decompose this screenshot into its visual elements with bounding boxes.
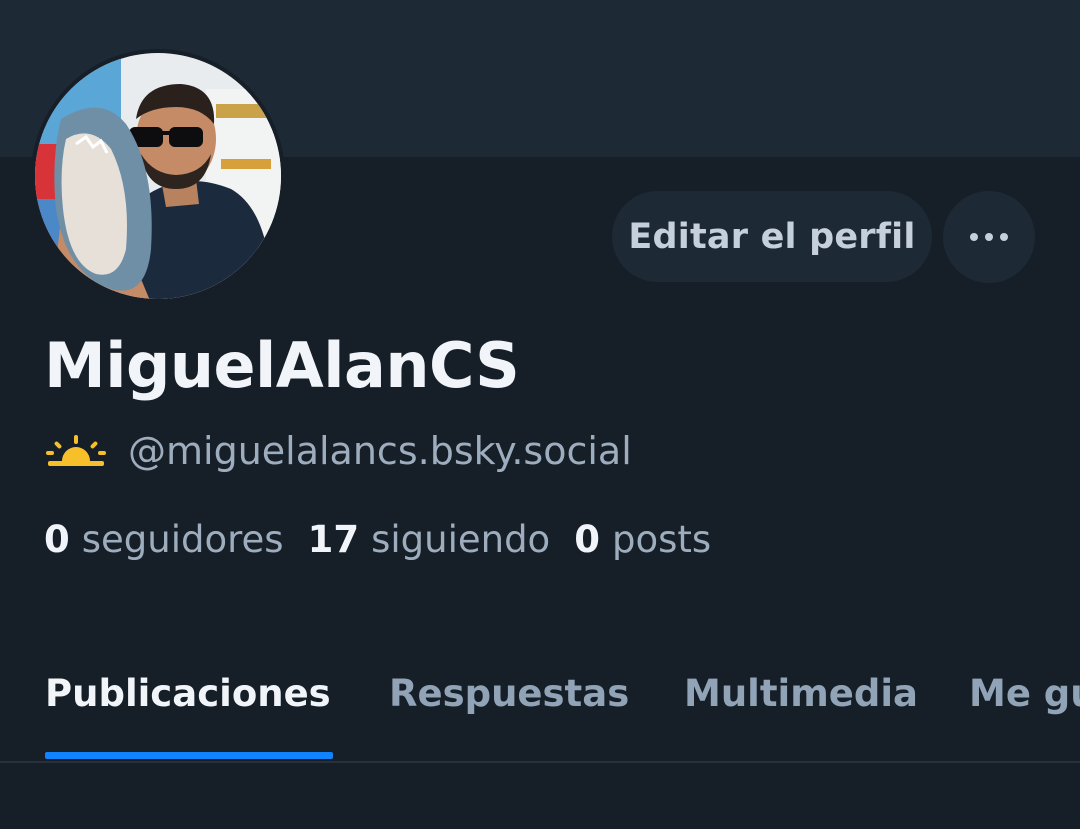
more-dot xyxy=(1000,233,1008,241)
posts-count: 0 xyxy=(574,517,600,561)
display-name: MiguelAlanCS xyxy=(44,329,520,402)
edit-profile-button[interactable]: Editar el perfil xyxy=(612,191,932,282)
sunrise-icon xyxy=(46,435,106,466)
tab-publicaciones[interactable]: Publicaciones xyxy=(45,672,331,715)
profile-stats: 0 seguidores 17 siguiendo 0 posts xyxy=(44,512,735,566)
tab-me-gusta[interactable]: Me gusta xyxy=(969,672,1080,715)
avatar[interactable] xyxy=(31,49,285,303)
posts-stat: 0 posts xyxy=(574,518,711,561)
followers-label: seguidores xyxy=(81,517,284,561)
following-stat[interactable]: 17 siguiendo xyxy=(308,518,551,561)
handle[interactable]: @miguelalancs.bsky.social xyxy=(128,429,632,473)
followers-stat[interactable]: 0 seguidores xyxy=(44,518,284,561)
handle-row: @miguelalancs.bsky.social xyxy=(44,424,632,478)
following-label: siguiendo xyxy=(371,517,551,561)
tab-multimedia[interactable]: Multimedia xyxy=(684,672,918,715)
tab-respuestas[interactable]: Respuestas xyxy=(389,672,629,715)
followers-count: 0 xyxy=(44,517,70,561)
more-horizontal-icon xyxy=(970,233,978,241)
profile-tabs: Publicaciones Respuestas Multimedia Me g… xyxy=(0,650,1080,763)
more-dot xyxy=(985,233,993,241)
following-count: 17 xyxy=(307,517,360,561)
posts-label: posts xyxy=(611,517,712,561)
more-options-button[interactable] xyxy=(943,191,1035,283)
active-tab-indicator xyxy=(45,752,333,759)
